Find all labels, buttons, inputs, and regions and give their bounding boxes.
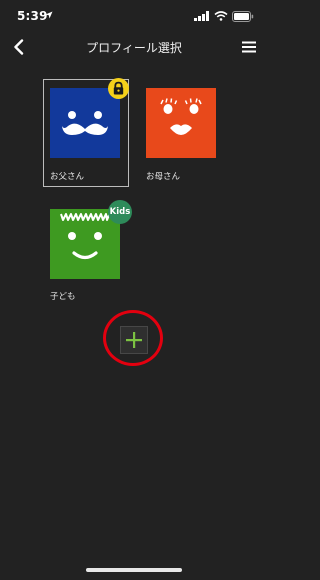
child-avatar (50, 209, 120, 279)
profile-name-child: 子ども (50, 292, 76, 302)
page-title: プロフィール選択 (86, 41, 182, 55)
home-indicator (86, 568, 182, 572)
wifi-icon (214, 11, 228, 21)
signal-icon (194, 11, 209, 21)
profile-tile-mother[interactable]: お母さん (139, 79, 223, 187)
mother-avatar (146, 88, 216, 158)
status-icons (194, 10, 254, 22)
battery-icon (232, 10, 254, 22)
kids-badge-label: Kids (109, 207, 131, 217)
location-arrow-icon (45, 11, 53, 19)
menu-button[interactable] (236, 34, 262, 60)
kids-badge: Kids (108, 200, 132, 224)
plus-icon (126, 332, 142, 348)
profile-name-father: お父さん (50, 172, 85, 182)
status-time: 5:39 (17, 9, 48, 23)
hamburger-menu-icon (242, 41, 256, 53)
lock-icon (108, 78, 129, 99)
status-bar: 5:39 (0, 0, 268, 30)
nav-bar: プロフィール選択 (0, 30, 268, 66)
profile-name-mother: お母さん (146, 172, 181, 182)
add-profile-button[interactable] (120, 326, 148, 354)
